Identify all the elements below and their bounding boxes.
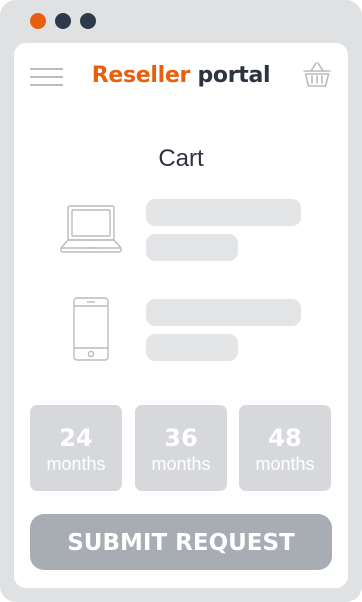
term-unit: months <box>255 454 315 474</box>
term-value: 48 <box>268 424 302 452</box>
brand-word-reseller: Reseller <box>91 63 191 88</box>
term-option-24[interactable]: 24 months <box>30 405 122 491</box>
term-option-48[interactable]: 48 months <box>239 405 331 491</box>
window-dot-orange[interactable] <box>30 13 46 29</box>
browser-window-frame: Reseller portal Cart 24 months 36 months… <box>0 0 362 602</box>
term-value: 24 <box>59 424 93 452</box>
item-title-placeholder <box>146 299 301 326</box>
shopping-basket-icon[interactable] <box>302 61 332 89</box>
brand-logo: Reseller portal <box>14 61 348 91</box>
app-screen: Reseller portal Cart 24 months 36 months… <box>14 43 348 588</box>
brand-word-portal: portal <box>197 63 271 88</box>
term-unit: months <box>46 454 106 474</box>
smartphone-icon <box>73 297 109 361</box>
page-title: Cart <box>158 145 204 172</box>
term-value: 36 <box>164 424 198 452</box>
term-option-36[interactable]: 36 months <box>135 405 227 491</box>
item-title-placeholder <box>146 199 301 226</box>
window-dot-navy[interactable] <box>55 13 71 29</box>
submit-request-button[interactable]: SUBMIT REQUEST <box>30 514 332 570</box>
item-detail-placeholder <box>146 334 238 361</box>
laptop-icon <box>60 205 122 253</box>
item-detail-placeholder <box>146 234 238 261</box>
window-dot-navy-2[interactable] <box>80 13 96 29</box>
term-unit: months <box>151 454 211 474</box>
